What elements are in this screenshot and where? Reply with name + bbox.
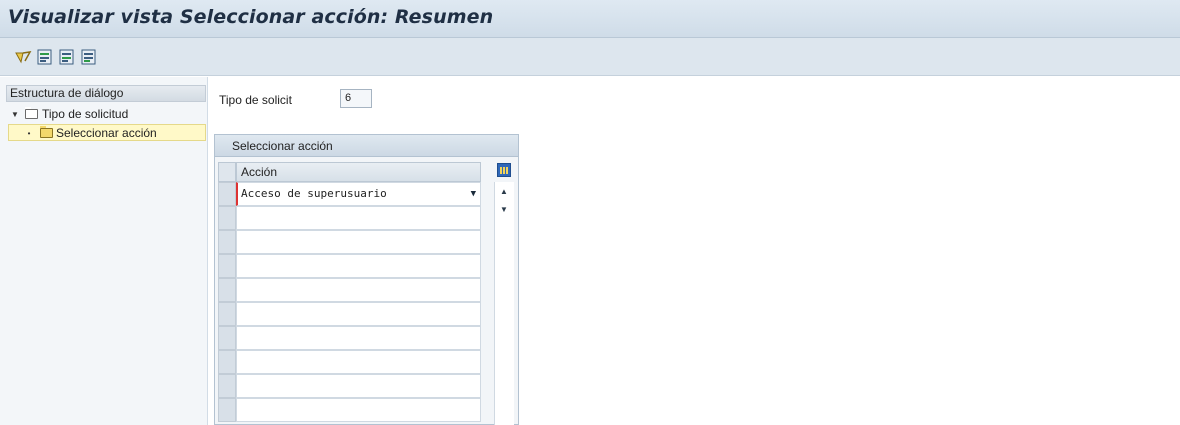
bullet-icon: • xyxy=(27,129,31,138)
main-content: Tipo de solicit 6 Seleccionar acción Acc… xyxy=(209,77,1180,425)
table-row[interactable]: Acceso de superusuario ▼ xyxy=(236,182,481,206)
row-selector[interactable] xyxy=(218,278,236,302)
title-bar: Visualizar vista Seleccionar acción: Res… xyxy=(0,0,1180,38)
table-icon-2[interactable] xyxy=(58,48,76,66)
tipo-solicitud-field[interactable]: 6 xyxy=(340,89,372,108)
vertical-scrollbar[interactable] xyxy=(494,182,514,425)
dropdown-arrow-icon[interactable]: ▼ xyxy=(471,183,476,205)
row-selector[interactable] xyxy=(218,326,236,350)
tree-item-seleccionar-accion[interactable]: • Seleccionar acción xyxy=(8,124,206,141)
select-all-cell[interactable] xyxy=(218,162,236,182)
table-row[interactable] xyxy=(236,254,481,278)
toolbar xyxy=(0,38,1180,76)
table-row[interactable] xyxy=(236,326,481,350)
table-row[interactable] xyxy=(236,350,481,374)
scroll-down-icon[interactable]: ▼ xyxy=(498,205,510,214)
accion-cell-value: Acceso de superusuario xyxy=(241,187,387,200)
row-selector[interactable] xyxy=(218,350,236,374)
table-row[interactable] xyxy=(236,206,481,230)
dialog-structure-panel: Estructura de diálogo ▼ Tipo de solicitu… xyxy=(0,77,208,425)
row-selector[interactable] xyxy=(218,206,236,230)
window-title: Visualizar vista Seleccionar acción: Res… xyxy=(8,6,494,28)
row-selector[interactable] xyxy=(218,254,236,278)
table-settings-icon[interactable] xyxy=(497,163,511,177)
scroll-up-icon[interactable]: ▲ xyxy=(498,187,510,196)
table-row[interactable] xyxy=(236,374,481,398)
tree-item-label: Tipo de solicitud xyxy=(42,107,129,121)
table-title: Seleccionar acción xyxy=(215,135,518,157)
glasses-display-icon[interactable] xyxy=(14,48,32,66)
table-row[interactable] xyxy=(236,278,481,302)
tree-header: Estructura de diálogo xyxy=(6,85,206,102)
row-selector[interactable] xyxy=(218,302,236,326)
row-selector[interactable] xyxy=(218,398,236,422)
tree-item-label: Seleccionar acción xyxy=(56,126,157,140)
table-icon-1[interactable] xyxy=(36,48,54,66)
row-selector[interactable] xyxy=(218,374,236,398)
expand-triangle-icon[interactable]: ▼ xyxy=(10,106,20,123)
tipo-solicitud-label: Tipo de solicit xyxy=(219,93,292,107)
table-row[interactable] xyxy=(236,398,481,422)
tree-item-tipo-de-solicitud[interactable]: ▼ Tipo de solicitud xyxy=(8,106,206,123)
table-icon-3[interactable] xyxy=(80,48,98,66)
seleccionar-accion-table: Seleccionar acción Acción ▲ ▼ Acceso de … xyxy=(214,134,519,425)
column-header-accion[interactable]: Acción xyxy=(236,162,481,182)
row-selector[interactable] xyxy=(218,182,236,206)
row-selector[interactable] xyxy=(218,230,236,254)
folder-icon xyxy=(25,107,38,119)
table-row[interactable] xyxy=(236,302,481,326)
open-folder-icon xyxy=(40,126,53,138)
table-row[interactable] xyxy=(236,230,481,254)
